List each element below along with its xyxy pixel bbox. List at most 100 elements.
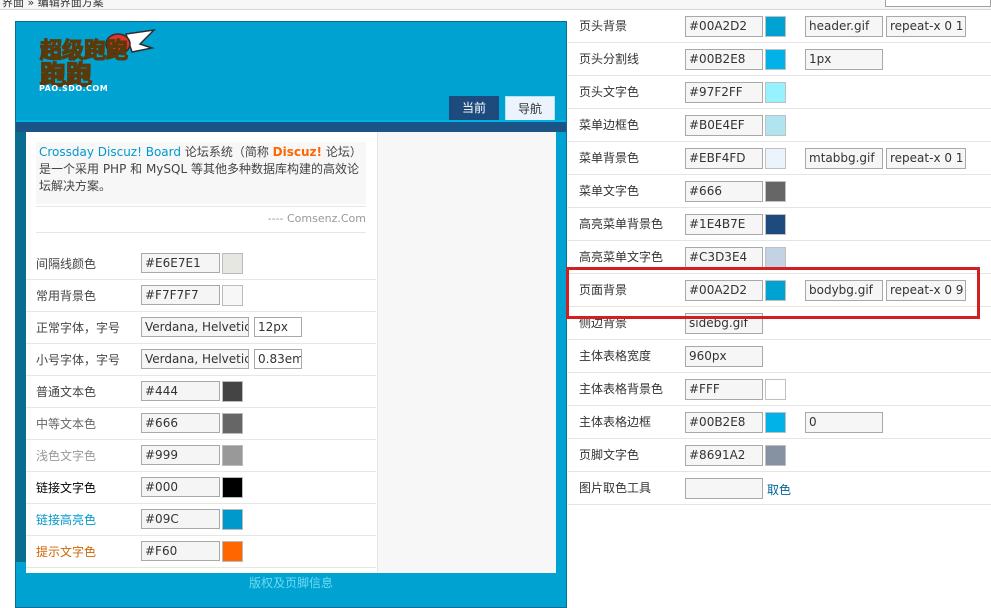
setting-label: 页脚文字色 — [579, 448, 640, 462]
color-picker-link[interactable]: 取色 — [767, 481, 791, 498]
preview-row-label: 正常字体，字号 — [36, 321, 121, 335]
setting-extra-input[interactable]: 0 — [805, 412, 883, 433]
preview-row-label: 提示文字色 — [36, 545, 97, 559]
preview-row-input[interactable]: #666 — [141, 413, 220, 433]
preview-row: 常用背景色 #F7F7F7 — [26, 280, 376, 312]
divider — [36, 232, 366, 233]
color-swatch[interactable] — [222, 253, 243, 274]
preview-row-input[interactable]: #E6E7E1 — [141, 253, 220, 273]
color-swatch[interactable] — [765, 148, 786, 169]
setting-value-input[interactable]: #666 — [685, 181, 763, 202]
setting-label: 主体表格边框 — [579, 415, 652, 429]
preview-row-input[interactable]: #F7F7F7 — [141, 285, 220, 305]
setting-row: 菜单边框色 #B0E4EF — [568, 109, 991, 142]
setting-label: 菜单边框色 — [579, 118, 640, 132]
tab-navigation[interactable]: 导航 — [505, 96, 555, 121]
setting-value-input[interactable]: #97F2FF — [685, 82, 763, 103]
setting-value-input[interactable]: #FFF — [685, 379, 763, 400]
preview-row-label: 常用背景色 — [36, 289, 97, 303]
setting-row: 高亮菜单背景色 #1E4B7E — [568, 208, 991, 241]
color-swatch[interactable] — [765, 181, 786, 202]
preview-header: 超级跑跑 跑跑 PAO.SDO.COM 当前 导航 — [16, 22, 566, 121]
color-swatch[interactable] — [765, 82, 786, 103]
divider — [36, 206, 366, 207]
nav-bar — [16, 122, 566, 132]
font-size-input[interactable]: 0.83em — [254, 349, 302, 369]
background-repeat-input[interactable]: repeat-x 0 1 — [886, 148, 966, 169]
color-swatch[interactable] — [765, 115, 786, 136]
setting-extra-input[interactable]: 1px — [805, 49, 883, 70]
preview-row-input[interactable]: #999 — [141, 445, 220, 465]
preview-row: 小号字体，字号 Verdana, Helvetica 0.83em — [26, 344, 376, 376]
setting-value-input[interactable]: 960px — [685, 346, 763, 367]
setting-value-input[interactable]: #00B2E8 — [685, 412, 763, 433]
color-swatch[interactable] — [222, 413, 243, 434]
divider — [26, 567, 376, 568]
preview-row-input[interactable]: #F60 — [141, 541, 220, 561]
preview-row: 普通文本色 #444 — [26, 376, 376, 408]
setting-row: 页头文字色 #97F2FF — [568, 76, 991, 109]
color-swatch[interactable] — [765, 379, 786, 400]
preview-row-input[interactable]: #09C — [141, 509, 220, 529]
setting-label: 页头文字色 — [579, 85, 640, 99]
color-swatch[interactable] — [222, 541, 243, 562]
preview-row: 浅色文字色 #999 — [26, 440, 376, 472]
intro-link[interactable]: Crossday Discuz! Board — [39, 145, 181, 159]
preview-row: 链接高亮色 #09C — [26, 504, 376, 536]
background-image-input[interactable]: mtabbg.gif — [805, 148, 883, 169]
setting-value-input[interactable]: #00B2E8 — [685, 49, 763, 70]
setting-label: 主体表格背景色 — [579, 382, 664, 396]
color-swatch[interactable] — [222, 285, 243, 306]
highlight-annotation — [566, 267, 980, 319]
preview-row-input[interactable]: #000 — [141, 477, 220, 497]
setting-value-input[interactable]: #8691A2 — [685, 445, 763, 466]
side-strip — [16, 132, 26, 562]
color-swatch[interactable] — [222, 509, 243, 530]
setting-value-input[interactable] — [685, 478, 763, 499]
setting-value-input[interactable]: #B0E4EF — [685, 115, 763, 136]
color-swatch[interactable] — [765, 214, 786, 235]
setting-label: 页头背景 — [579, 19, 628, 33]
preview-row: 提示文字色 #F60 — [26, 536, 376, 568]
tab-current[interactable]: 当前 — [449, 96, 499, 121]
breadcrumb-bar: 界面 » 编辑界面方案 — [0, 0, 991, 10]
setting-label: 高亮菜单文字色 — [579, 250, 664, 264]
setting-value-input[interactable]: #1E4B7E — [685, 214, 763, 235]
setting-row: 页脚文字色 #8691A2 — [568, 439, 991, 472]
color-swatch[interactable] — [765, 49, 786, 70]
preview-sidebar — [377, 132, 556, 573]
preview-row: 链接文字色 #000 — [26, 472, 376, 504]
top-search-input[interactable] — [885, 0, 991, 7]
setting-label: 主体表格宽度 — [579, 349, 652, 363]
color-swatch[interactable] — [765, 247, 786, 268]
preview-main-table: Crossday Discuz! Board 论坛系统（简称 Discuz! 论… — [26, 132, 556, 573]
logo-subtext: PAO.SDO.COM — [39, 84, 109, 93]
color-swatch[interactable] — [765, 445, 786, 466]
breadcrumb[interactable]: 界面 » 编辑界面方案 — [2, 0, 104, 9]
color-swatch[interactable] — [222, 445, 243, 466]
setting-label: 页头分割线 — [579, 52, 640, 66]
setting-row: 主体表格宽度 960px — [568, 340, 991, 373]
left-margin — [0, 10, 15, 608]
color-swatch[interactable] — [222, 477, 243, 498]
preview-row-label: 间隔线颜色 — [36, 257, 97, 271]
setting-row: 页头背景 #00A2D2 header.gif repeat-x 0 1 — [568, 10, 991, 43]
preview-row-label: 链接文字色 — [36, 481, 97, 495]
color-swatch[interactable] — [765, 412, 786, 433]
color-swatch[interactable] — [765, 16, 786, 37]
setting-value-input[interactable]: #C3D3E4 — [685, 247, 763, 268]
background-image-input[interactable]: header.gif — [805, 16, 883, 37]
preview-row-label: 浅色文字色 — [36, 449, 97, 463]
preview-row-input[interactable]: Verdana, Helvetica — [141, 317, 249, 337]
preview-row: 中等文本色 #666 — [26, 408, 376, 440]
color-swatch[interactable] — [222, 381, 243, 402]
setting-value-input[interactable]: #00A2D2 — [685, 16, 763, 37]
preview-row-input[interactable]: Verdana, Helvetica — [141, 349, 249, 369]
preview-row-input[interactable]: #444 — [141, 381, 220, 401]
preview-row: 正常字体，字号 Verdana, Helvetica 12px — [26, 312, 376, 344]
font-size-input[interactable]: 12px — [254, 317, 302, 337]
intro-highlight: Discuz! — [272, 145, 322, 159]
background-repeat-input[interactable]: repeat-x 0 1 — [886, 16, 966, 37]
setting-value-input[interactable]: #EBF4FD — [685, 148, 763, 169]
preview-row-label: 普通文本色 — [36, 385, 97, 399]
